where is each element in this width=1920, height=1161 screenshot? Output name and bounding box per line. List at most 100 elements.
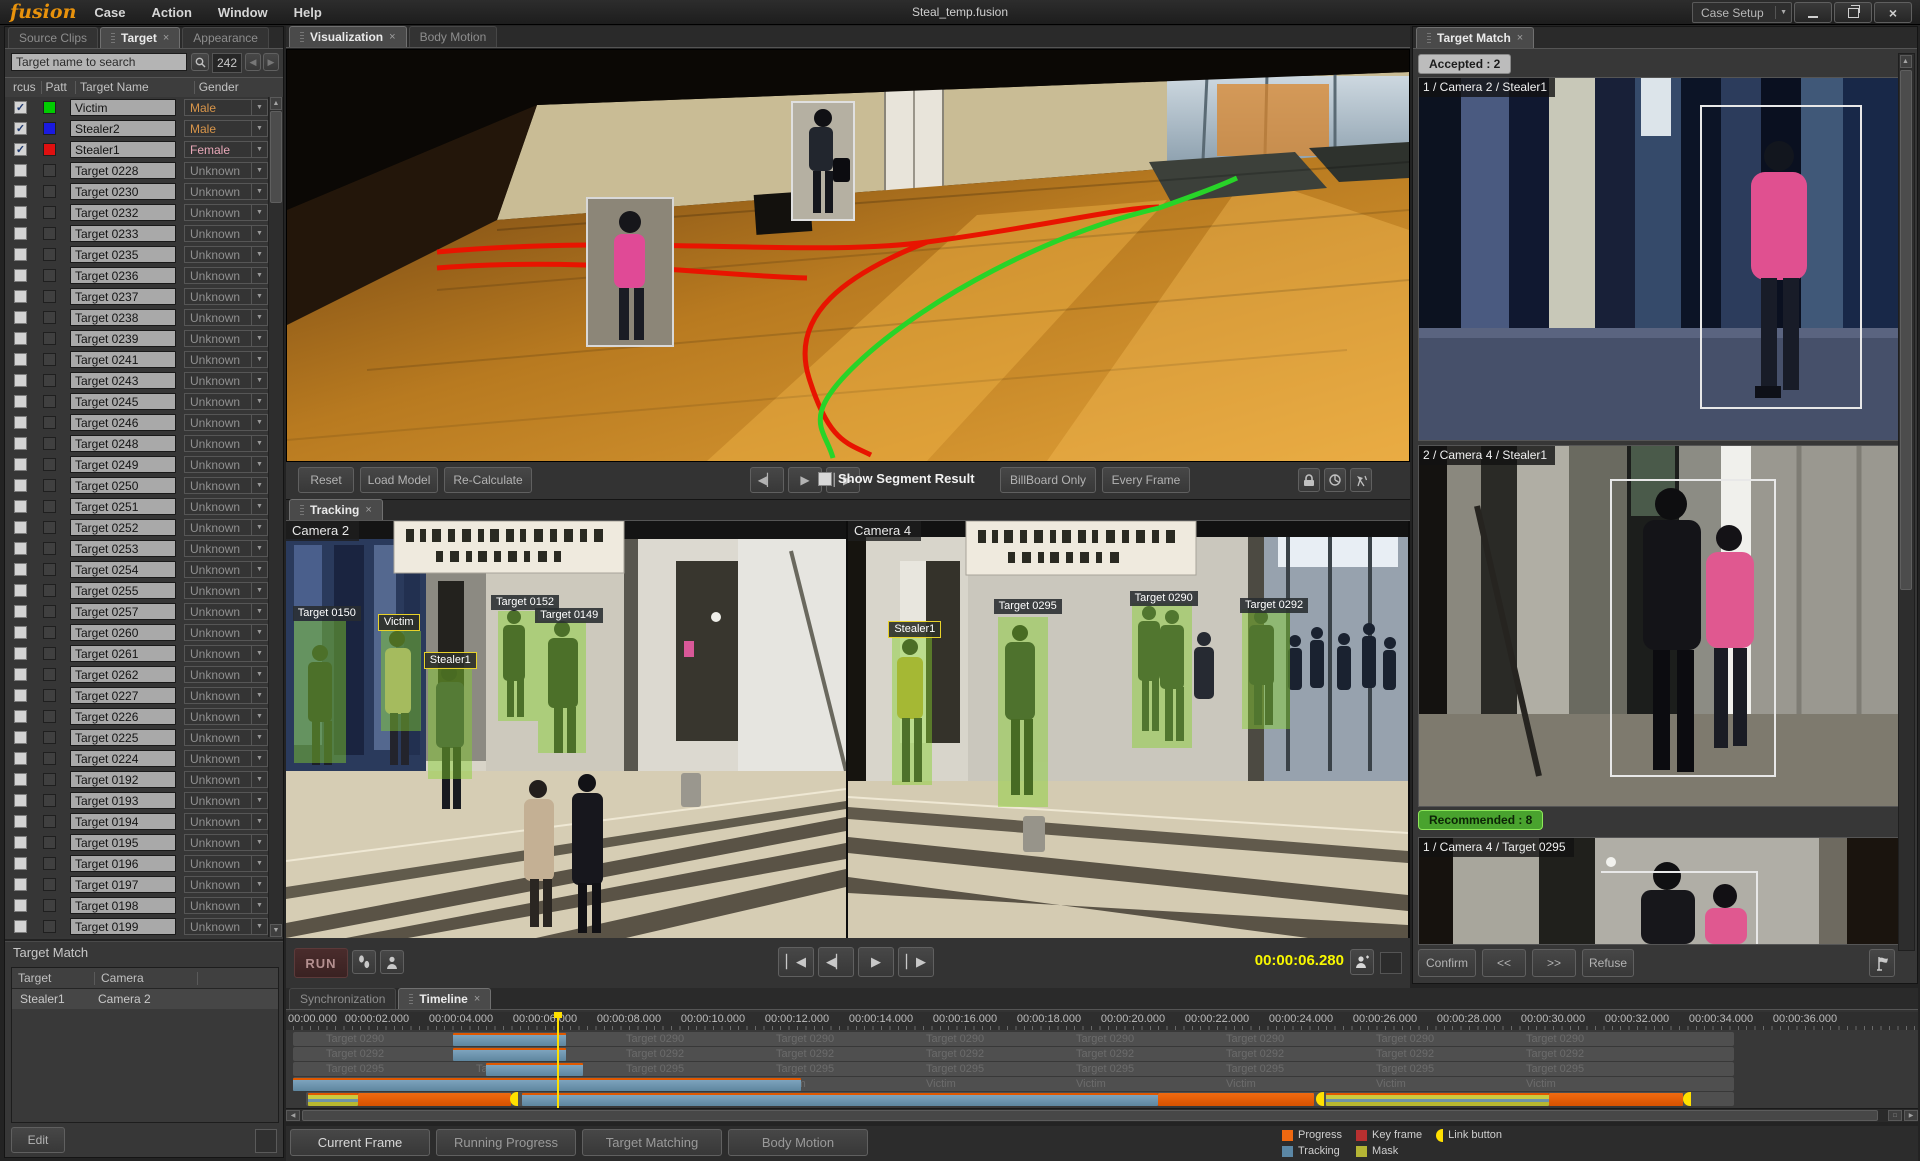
target-name-field[interactable] — [70, 918, 176, 935]
row-checkbox[interactable] — [14, 794, 27, 807]
step-back-button[interactable]: ◀▏ — [818, 947, 854, 977]
row-checkbox[interactable] — [14, 437, 27, 450]
row-checkbox[interactable] — [14, 395, 27, 408]
gender-dropdown[interactable]: Unknown ▼ — [184, 477, 268, 494]
scrollbar-thumb[interactable] — [1900, 70, 1912, 590]
run-button[interactable]: RUN — [294, 948, 348, 978]
target-name-field[interactable] — [70, 666, 176, 683]
footsteps-tool-button[interactable] — [352, 950, 376, 974]
gender-dropdown[interactable]: Unknown ▼ — [184, 288, 268, 305]
row-checkbox[interactable] — [14, 206, 27, 219]
timeline-ruler[interactable]: 00:00.00000:00:02.00000:00:04.00000:00:0… — [286, 1012, 1918, 1030]
color-swatch[interactable] — [43, 878, 56, 891]
row-checkbox[interactable] — [14, 311, 27, 324]
color-swatch[interactable] — [43, 185, 56, 198]
timeline-track[interactable]: VictimVictimVictimVictimVictimVictimVict… — [286, 1077, 1918, 1091]
color-swatch[interactable] — [43, 248, 56, 261]
row-checkbox[interactable] — [14, 710, 27, 723]
flag-button[interactable] — [1869, 949, 1895, 977]
tab-tracking[interactable]: Tracking× — [289, 499, 383, 520]
gender-dropdown[interactable]: Unknown ▼ — [184, 750, 268, 767]
color-swatch[interactable] — [43, 500, 56, 513]
target-name-field[interactable] — [70, 477, 176, 494]
camera-view-button[interactable] — [1350, 468, 1372, 492]
menu-window[interactable]: Window — [218, 5, 268, 20]
row-checkbox[interactable] — [14, 185, 27, 198]
go-to-start-button[interactable]: ▏◀ — [778, 947, 814, 977]
menu-help[interactable]: Help — [294, 5, 322, 20]
edit-button[interactable]: Edit — [11, 1127, 65, 1153]
recalculate-button[interactable]: Re-Calculate — [444, 467, 532, 493]
gender-dropdown[interactable]: Unknown ▼ — [184, 372, 268, 389]
gender-dropdown[interactable]: Unknown ▼ — [184, 792, 268, 809]
color-swatch[interactable] — [43, 542, 56, 555]
row-checkbox[interactable] — [14, 773, 27, 786]
target-name-field[interactable] — [70, 540, 176, 557]
gender-dropdown[interactable]: Unknown ▼ — [184, 540, 268, 557]
target-name-field[interactable] — [70, 309, 176, 326]
prev-match-button[interactable]: << — [1482, 949, 1526, 977]
prev-result-button[interactable]: ◀ — [245, 53, 261, 71]
minimize-button[interactable] — [1794, 2, 1832, 23]
gender-dropdown[interactable]: Unknown ▼ — [184, 876, 268, 893]
target-list-scrollbar[interactable]: ▲ ▼ — [268, 97, 283, 937]
show-segment-result-checkbox[interactable] — [818, 472, 832, 486]
rotate-view-button[interactable] — [1324, 468, 1346, 492]
target-search-input[interactable] — [11, 53, 187, 71]
color-swatch[interactable] — [43, 668, 56, 681]
tab-appearance[interactable]: Appearance — [182, 27, 269, 48]
gender-dropdown[interactable]: Unknown ▼ — [184, 204, 268, 221]
row-checkbox[interactable] — [14, 689, 27, 702]
gender-dropdown[interactable]: Unknown ▼ — [184, 183, 268, 200]
row-checkbox[interactable]: ✓ — [14, 101, 27, 114]
target-name-field[interactable] — [70, 183, 176, 200]
color-swatch[interactable] — [43, 416, 56, 429]
target-name-field[interactable] — [70, 624, 176, 641]
row-checkbox[interactable] — [14, 752, 27, 765]
scrollbar-thumb[interactable] — [270, 111, 282, 203]
step-forward-button[interactable]: ▏▶ — [898, 947, 934, 977]
gender-dropdown[interactable]: Unknown ▼ — [184, 855, 268, 872]
gender-dropdown[interactable]: Unknown ▼ — [184, 834, 268, 851]
color-swatch[interactable] — [43, 857, 56, 870]
row-checkbox[interactable] — [14, 353, 27, 366]
tab-timeline[interactable]: Timeline× — [398, 988, 491, 1009]
target-matching-button[interactable]: Target Matching — [582, 1129, 722, 1156]
small-toggle-button[interactable] — [255, 1129, 277, 1153]
target-chip[interactable]: Target 0290 — [1130, 591, 1198, 606]
match-card[interactable]: 1 / Camera 2 / Stealer1 — [1418, 77, 1914, 441]
row-checkbox[interactable] — [14, 269, 27, 282]
color-swatch[interactable] — [43, 563, 56, 576]
color-swatch[interactable] — [43, 752, 56, 765]
target-name-field[interactable] — [70, 246, 176, 263]
target-name-field[interactable] — [70, 162, 176, 179]
billboard-only-button[interactable]: BillBoard Only — [1000, 467, 1096, 493]
color-swatch[interactable] — [43, 794, 56, 807]
target-name-field[interactable] — [70, 372, 176, 389]
target-name-field[interactable] — [70, 141, 176, 158]
target-name-field[interactable] — [70, 225, 176, 242]
gender-dropdown[interactable]: Unknown ▼ — [184, 498, 268, 515]
color-swatch[interactable] — [43, 290, 56, 303]
add-person-button[interactable] — [1350, 949, 1374, 975]
target-chip[interactable]: Victim — [378, 614, 420, 631]
gender-dropdown[interactable]: Unknown ▼ — [184, 414, 268, 431]
gender-dropdown[interactable]: Unknown ▼ — [184, 645, 268, 662]
row-checkbox[interactable] — [14, 542, 27, 555]
next-result-button[interactable]: ▶ — [263, 53, 279, 71]
row-checkbox[interactable] — [14, 500, 27, 513]
color-swatch[interactable] — [43, 269, 56, 282]
gender-dropdown[interactable]: Unknown ▼ — [184, 456, 268, 473]
target-chip[interactable]: Target 0150 — [293, 606, 361, 621]
gender-dropdown[interactable]: Unknown ▼ — [184, 561, 268, 578]
tab-source-clips[interactable]: Source Clips — [8, 27, 98, 48]
scroll-up-icon[interactable]: ▲ — [1900, 55, 1912, 68]
scroll-up-icon[interactable]: ▲ — [270, 97, 282, 110]
row-checkbox[interactable] — [14, 227, 27, 240]
target-name-field[interactable] — [70, 393, 176, 410]
row-checkbox[interactable] — [14, 626, 27, 639]
search-button[interactable] — [191, 53, 209, 71]
gender-dropdown[interactable]: Unknown ▼ — [184, 666, 268, 683]
timeline-track[interactable]: Target 0295Target 0295Target 0295Target … — [286, 1062, 1918, 1076]
match-row[interactable]: Stealer1Camera 2 — [12, 989, 278, 1009]
